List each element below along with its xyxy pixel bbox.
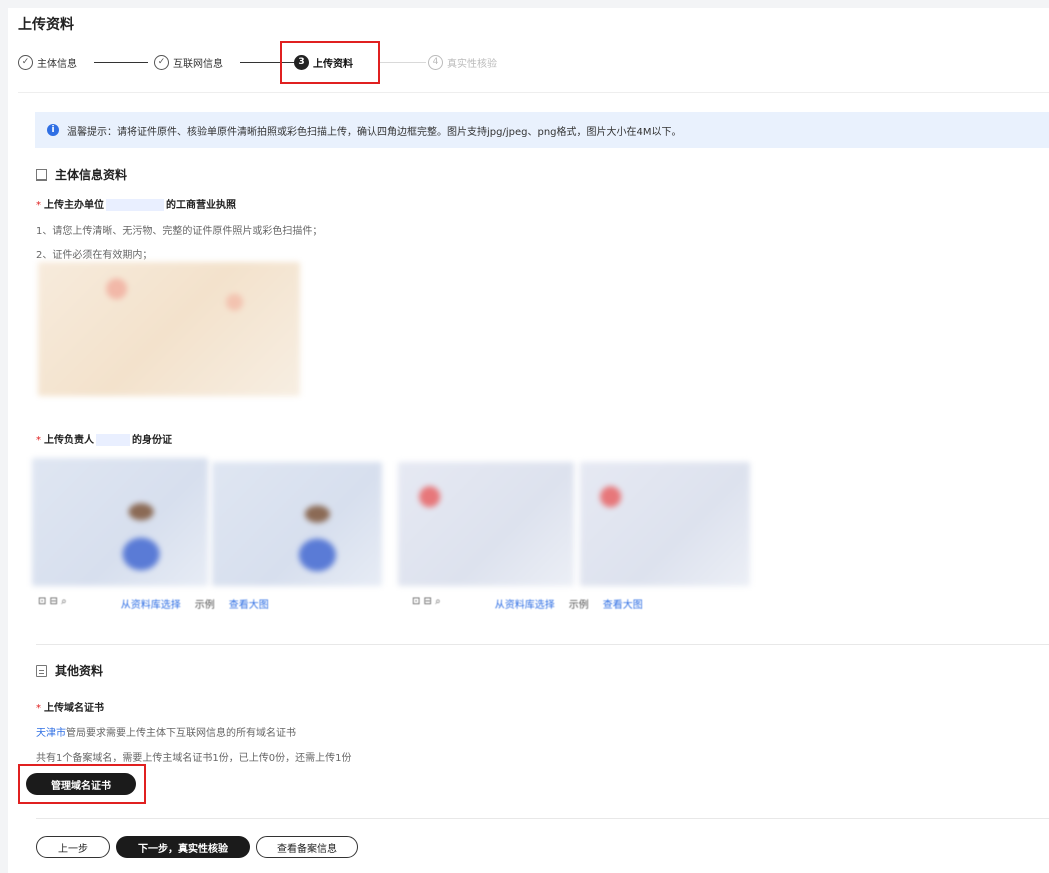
document-icon [36, 664, 47, 677]
other-section-title: 其他资料 [36, 662, 103, 679]
step-label: 真实性核验 [447, 58, 497, 70]
select-from-library-link[interactable]: 从资料库选择 [495, 596, 555, 611]
id-card-front-example-image[interactable] [212, 462, 382, 586]
redacted-mask [106, 199, 164, 211]
select-from-library-link[interactable]: 从资料库选择 [121, 596, 181, 611]
step-internet-info: 互联网信息 [154, 51, 223, 73]
license-hint-1: 1、请您上传清晰、无污物、完整的证件原件照片或彩色扫描件； [36, 226, 323, 237]
step-label: 主体信息 [37, 58, 77, 70]
image-tools-icon[interactable]: ⊡ ⊟ ⌕ [38, 596, 67, 611]
prev-step-button[interactable]: 上一步 [36, 836, 110, 858]
highlight-box [18, 764, 146, 804]
check-circle-icon [18, 54, 33, 70]
step-verification: 4 真实性核验 [428, 51, 497, 73]
id-card-label: * 上传负责人 的身份证 [36, 434, 172, 446]
view-filing-info-button[interactable]: 查看备案信息 [256, 836, 358, 858]
license-hint-2: 2、证件必须在有效期内； [36, 250, 153, 261]
step-number: 4 [428, 54, 443, 70]
required-mark: * [36, 200, 41, 211]
notice-banner: i 温馨提示：请将证件原件、核验单原件清晰拍照或彩色扫描上传，确认四角边框完整。… [35, 112, 1049, 148]
view-large-link[interactable]: 查看大图 [603, 596, 643, 611]
section-title-text: 主体信息资料 [55, 168, 128, 182]
info-icon: i [47, 124, 59, 136]
footer-divider [36, 818, 1049, 819]
id-back-actions: ⊡ ⊟ ⌕ 从资料库选择 示例 查看大图 [412, 596, 643, 611]
license-image-thumbnail[interactable] [38, 262, 300, 396]
domain-cert-label: * 上传域名证书 [36, 703, 104, 714]
id-card-back-image[interactable] [398, 462, 574, 586]
notice-text: 温馨提示：请将证件原件、核验单原件清晰拍照或彩色扫描上传，确认四角边框完整。图片… [67, 126, 682, 138]
step-connector [94, 62, 148, 63]
example-label: 示例 [568, 600, 589, 611]
id-card-front-image[interactable] [32, 458, 208, 586]
section-divider [36, 644, 1049, 645]
id-card-back-example-image[interactable] [580, 462, 750, 586]
region-link[interactable]: 天津市 [36, 728, 66, 739]
check-circle-icon [154, 54, 169, 70]
domain-cert-requirement: 天津市管局要求需要上传主体下互联网信息的所有域名证书 [36, 728, 296, 739]
subject-section-title: 主体信息资料 [36, 166, 127, 183]
highlight-box [280, 41, 380, 84]
view-large-link[interactable]: 查看大图 [229, 596, 269, 611]
id-front-actions: ⊡ ⊟ ⌕ 从资料库选择 示例 查看大图 [38, 596, 269, 611]
page-title: 上传资料 [18, 17, 74, 33]
example-label: 示例 [194, 600, 215, 611]
redacted-mask [96, 434, 130, 446]
license-label: * 上传主办单位 的工商营业执照 [36, 199, 236, 211]
next-step-button[interactable]: 下一步，真实性核验 [116, 836, 250, 858]
step-label: 互联网信息 [173, 58, 223, 70]
image-tools-icon[interactable]: ⊡ ⊟ ⌕ [412, 596, 441, 611]
required-mark: * [36, 703, 41, 714]
section-title-text: 其他资料 [55, 664, 104, 678]
required-mark: * [36, 435, 41, 446]
step-connector [378, 62, 426, 63]
domain-cert-status: 共有1个备案域名，需要上传主域名证书1份，已上传0份，还需上传1份 [36, 753, 352, 764]
building-icon [36, 168, 47, 181]
step-subject-info: 主体信息 [18, 51, 77, 73]
